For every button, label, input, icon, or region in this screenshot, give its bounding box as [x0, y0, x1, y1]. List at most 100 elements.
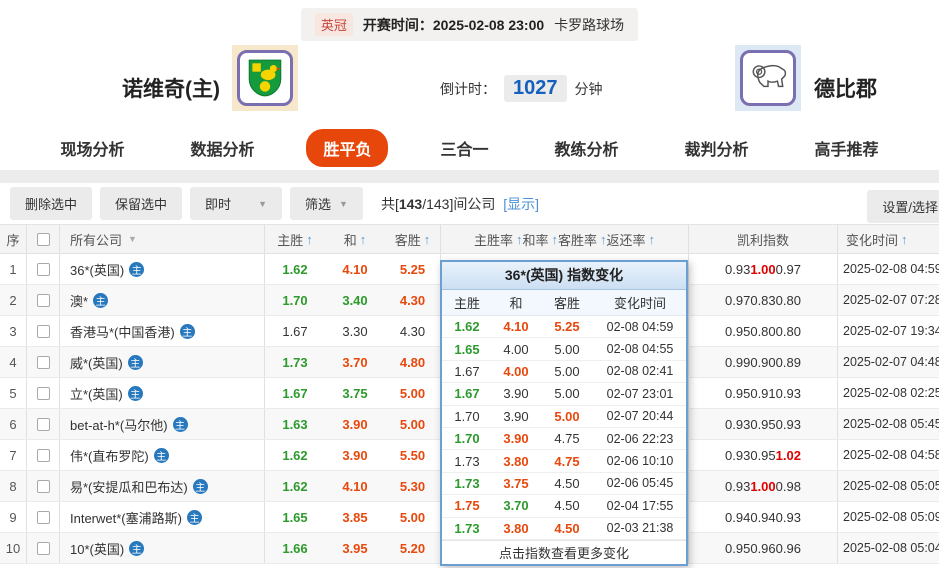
venue: 卡罗路球场: [554, 15, 624, 35]
tab-6[interactable]: 高手推荐: [801, 129, 893, 167]
draw-odds[interactable]: 3.90: [325, 409, 385, 439]
away-odds[interactable]: 5.00: [385, 378, 441, 408]
select-all-checkbox[interactable]: [37, 233, 50, 246]
draw-odds[interactable]: 3.90: [325, 440, 385, 470]
home-odds[interactable]: 1.63: [265, 409, 325, 439]
away-odds[interactable]: 5.00: [385, 409, 441, 439]
company-name[interactable]: 香港马*(中国香港): [70, 322, 175, 341]
col-header-home[interactable]: 主胜↑: [265, 225, 325, 253]
away-odds[interactable]: 4.30: [385, 316, 441, 346]
popup-draw-odds: 4.00: [492, 342, 540, 357]
away-odds[interactable]: 5.20: [385, 533, 441, 563]
home-odds[interactable]: 1.66: [265, 533, 325, 563]
away-odds[interactable]: 5.25: [385, 254, 441, 284]
row-checkbox[interactable]: [37, 387, 50, 400]
show-link[interactable]: [显示]: [503, 196, 539, 212]
col-header-draw-rate[interactable]: 和率↑: [522, 230, 558, 249]
draw-odds[interactable]: 3.85: [325, 502, 385, 532]
away-odds[interactable]: 5.30: [385, 471, 441, 501]
instant-select[interactable]: 即时 ▼: [190, 187, 282, 220]
company-name[interactable]: 伟*(直布罗陀): [70, 446, 149, 465]
company-name[interactable]: 10*(英国): [70, 539, 124, 558]
countdown: 倒计时： 1027 分钟: [440, 75, 603, 102]
kelly-draw: 0.91: [750, 386, 775, 401]
countdown-value: 1027: [504, 75, 567, 102]
rate-headers: 主胜率↑ 和率↑ 客胜率↑ 返还率↑: [441, 225, 689, 253]
kelly-home: 0.93: [725, 448, 750, 463]
row-checkbox[interactable]: [37, 480, 50, 493]
company-name[interactable]: 澳*: [70, 291, 88, 310]
tab-4[interactable]: 教练分析: [541, 129, 633, 167]
draw-odds[interactable]: 4.10: [325, 254, 385, 284]
kelly-away: 0.98: [776, 479, 801, 494]
home-odds[interactable]: 1.73: [265, 347, 325, 377]
company-name[interactable]: 威*(英国): [70, 353, 123, 372]
tab-3[interactable]: 三合一: [426, 129, 502, 167]
row-checkbox[interactable]: [37, 263, 50, 276]
row-index: 5: [0, 378, 27, 408]
popup-draw-odds: 3.90: [492, 409, 540, 424]
away-odds[interactable]: 4.30: [385, 285, 441, 315]
draw-odds[interactable]: 3.75: [325, 378, 385, 408]
col-header-time[interactable]: 变化时间↑: [838, 225, 939, 253]
away-odds[interactable]: 4.80: [385, 347, 441, 377]
kelly-values: 0.99 0.90 0.89: [689, 347, 838, 377]
away-odds[interactable]: 5.50: [385, 440, 441, 470]
popup-home-odds: 1.70: [442, 431, 492, 446]
match-info-bar: 英冠 开赛时间：2025-02-08 23:00 卡罗路球场: [0, 0, 939, 41]
keep-selected-button[interactable]: 保留选中: [100, 187, 182, 220]
draw-odds[interactable]: 3.70: [325, 347, 385, 377]
home-odds[interactable]: 1.65: [265, 502, 325, 532]
company-name[interactable]: bet-at-h*(马尔他): [70, 415, 168, 434]
draw-odds[interactable]: 3.30: [325, 316, 385, 346]
home-odds[interactable]: 1.62: [265, 471, 325, 501]
row-checkbox[interactable]: [37, 511, 50, 524]
home-odds[interactable]: 1.70: [265, 285, 325, 315]
kelly-values: 0.93 1.00 0.97: [689, 254, 838, 284]
col-header-home-rate[interactable]: 主胜率↑: [474, 230, 523, 249]
popup-col-away: 客胜: [540, 293, 594, 312]
draw-odds[interactable]: 3.95: [325, 533, 385, 563]
col-header-away[interactable]: 客胜↑: [385, 225, 441, 253]
tab-0[interactable]: 现场分析: [46, 129, 138, 167]
home-odds[interactable]: 1.62: [265, 440, 325, 470]
row-checkbox[interactable]: [37, 325, 50, 338]
home-odds[interactable]: 1.67: [265, 378, 325, 408]
kelly-home: 0.95: [725, 386, 750, 401]
away-odds[interactable]: 5.00: [385, 502, 441, 532]
col-header-company[interactable]: 所有公司▼: [60, 225, 265, 253]
col-header-return-rate[interactable]: 返还率↑: [607, 230, 656, 249]
settings-button[interactable]: 设置/选择: [867, 190, 939, 223]
home-odds[interactable]: 1.62: [265, 254, 325, 284]
draw-odds[interactable]: 4.10: [325, 471, 385, 501]
tab-1[interactable]: 数据分析: [176, 129, 268, 167]
delete-selected-button[interactable]: 删除选中: [10, 187, 92, 220]
table-header: 序 所有公司▼ 主胜↑ 和↑ 客胜↑ 主胜率↑ 和率↑ 客胜率↑ 返还率↑ 凯利…: [0, 224, 939, 254]
home-team-logo: [232, 45, 298, 111]
popup-home-odds: 1.75: [442, 498, 492, 513]
tab-2[interactable]: 胜平负: [306, 129, 388, 167]
popup-away-odds: 4.50: [540, 521, 594, 536]
row-checkbox[interactable]: [37, 418, 50, 431]
row-checkbox[interactable]: [37, 356, 50, 369]
kelly-draw: 0.95: [750, 417, 775, 432]
tab-5[interactable]: 裁判分析: [671, 129, 763, 167]
row-checkbox[interactable]: [37, 449, 50, 462]
company-name[interactable]: 立*(英国): [70, 384, 123, 403]
col-header-draw[interactable]: 和↑: [325, 225, 385, 253]
host-badge-icon: 主: [193, 479, 208, 494]
popup-more-link[interactable]: 点击指数查看更多变化: [442, 540, 686, 564]
company-name[interactable]: 36*(英国): [70, 260, 124, 279]
col-header-away-rate[interactable]: 客胜率↑: [558, 230, 607, 249]
row-checkbox[interactable]: [37, 294, 50, 307]
popup-row: 1.62 4.10 5.25 02-08 04:59: [442, 316, 686, 338]
popup-away-odds: 5.25: [540, 319, 594, 334]
company-name[interactable]: 易*(安提瓜和巴布达): [70, 477, 188, 496]
kelly-away: 0.96: [776, 541, 801, 556]
draw-odds[interactable]: 3.40: [325, 285, 385, 315]
filter-select[interactable]: 筛选 ▼: [290, 187, 363, 220]
popup-away-odds: 4.75: [540, 431, 594, 446]
row-checkbox[interactable]: [37, 542, 50, 555]
company-name[interactable]: Interwet*(塞浦路斯): [70, 508, 182, 527]
home-odds[interactable]: 1.67: [265, 316, 325, 346]
